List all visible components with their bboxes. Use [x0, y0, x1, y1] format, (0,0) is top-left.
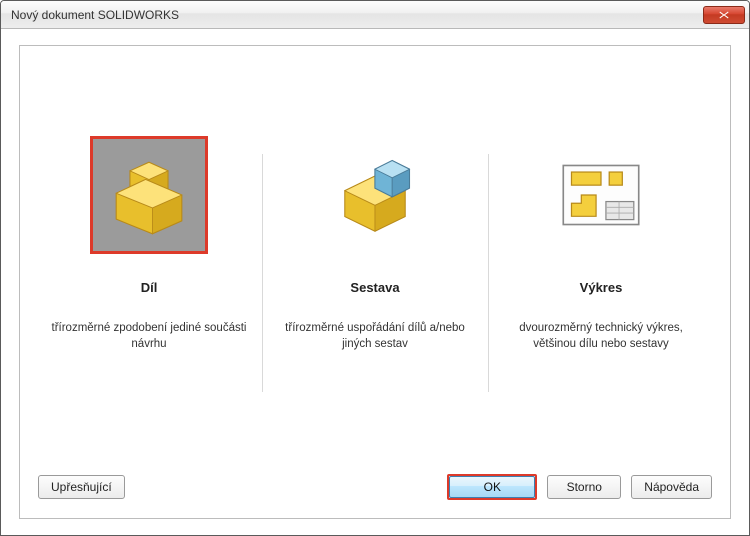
close-button[interactable]	[703, 6, 745, 24]
dialog-footer: Upřesňující OK Storno Nápověda	[20, 458, 730, 518]
options-row: Díl třírozměrné zpodobení jediné součást…	[20, 136, 730, 352]
ok-button[interactable]: OK	[449, 476, 535, 498]
dialog-window: Nový dokument SOLIDWORKS	[0, 0, 750, 536]
option-assembly-iconbox	[316, 136, 434, 254]
window-title: Nový dokument SOLIDWORKS	[11, 8, 703, 22]
option-part-desc: třírozměrné zpodobení jediné součásti ná…	[46, 321, 252, 352]
option-assembly-desc: třírozměrné uspořádání dílů a/nebo jinýc…	[272, 321, 478, 352]
option-part[interactable]: Díl třírozměrné zpodobení jediné součást…	[36, 136, 262, 352]
option-part-iconbox	[90, 136, 208, 254]
part-icon	[106, 152, 192, 238]
dialog-content: Díl třírozměrné zpodobení jediné součást…	[1, 29, 749, 535]
titlebar: Nový dokument SOLIDWORKS	[1, 1, 749, 29]
option-drawing[interactable]: Výkres dvourozměrný technický výkres, vě…	[488, 136, 714, 352]
option-drawing-iconbox	[542, 136, 660, 254]
option-part-title: Díl	[46, 280, 252, 295]
cancel-button[interactable]: Storno	[547, 475, 621, 499]
option-assembly[interactable]: Sestava třírozměrné uspořádání dílů a/ne…	[262, 136, 488, 352]
option-drawing-title: Výkres	[498, 280, 704, 295]
option-drawing-desc: dvourozměrný technický výkres, většinou …	[498, 321, 704, 352]
close-icon	[719, 11, 729, 19]
advanced-button[interactable]: Upřesňující	[38, 475, 125, 499]
option-assembly-title: Sestava	[272, 280, 478, 295]
drawing-icon	[560, 160, 642, 230]
options-panel: Díl třírozměrné zpodobení jediné součást…	[19, 45, 731, 519]
assembly-icon	[332, 152, 418, 238]
help-button[interactable]: Nápověda	[631, 475, 712, 499]
ok-button-highlight: OK	[447, 474, 537, 500]
